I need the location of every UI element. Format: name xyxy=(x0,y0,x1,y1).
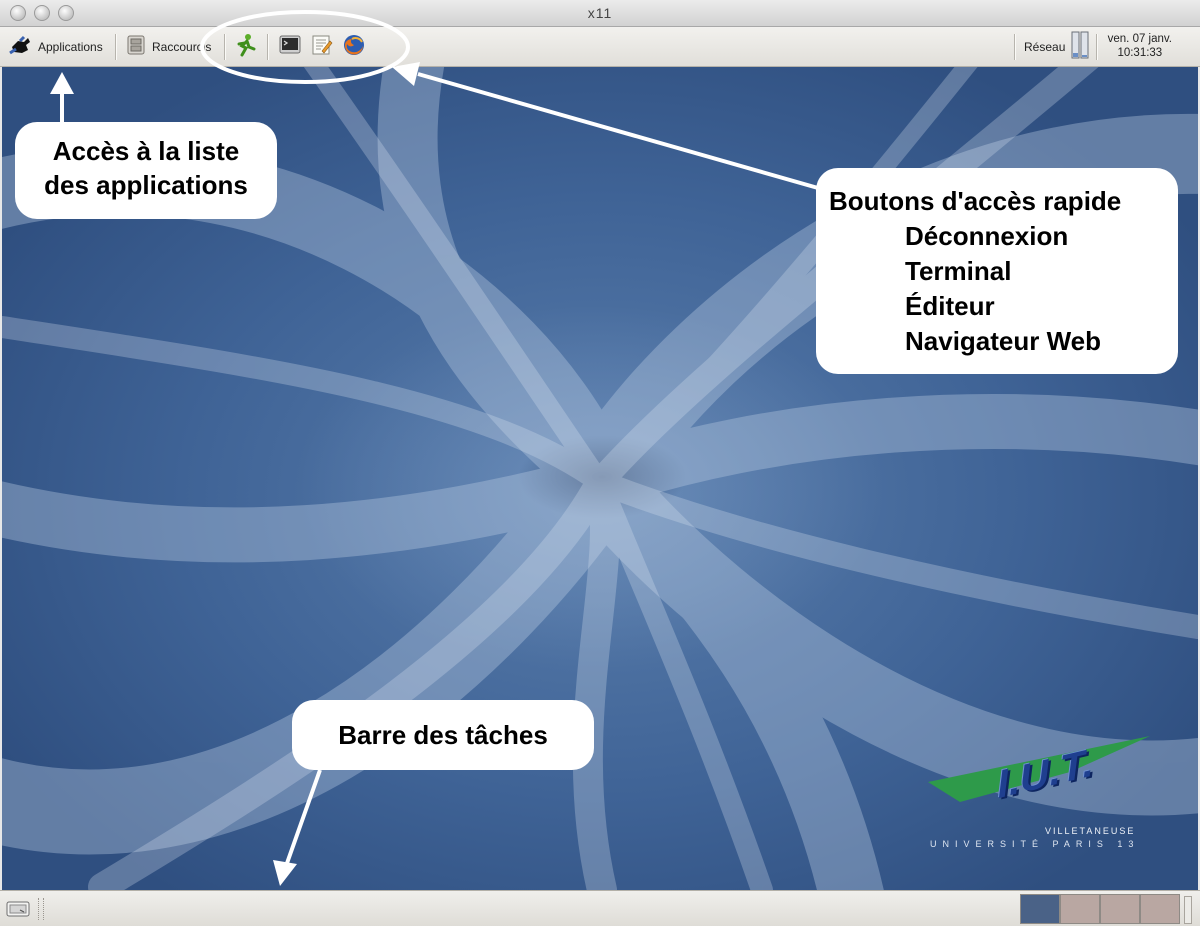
network-monitor[interactable]: Réseau xyxy=(1024,27,1089,66)
clock-time: 10:31:33 xyxy=(1117,47,1163,59)
annotation-taskbar: Barre des tâches xyxy=(292,700,594,770)
raccourcis-menu-button[interactable]: Raccourcis xyxy=(126,27,211,66)
text-editor-icon xyxy=(311,34,333,59)
annotation-item-navigateur: Navigateur Web xyxy=(905,326,1102,356)
raccourcis-menu-label: Raccourcis xyxy=(152,39,212,54)
places-cabinet-icon xyxy=(126,34,146,59)
clock-applet[interactable]: ven. 07 janv. 10:31:33 xyxy=(1108,32,1172,60)
panel-separator xyxy=(267,34,269,60)
show-desktop-icon xyxy=(6,901,30,917)
terminal-icon xyxy=(279,34,301,59)
top-panel: Applications Raccourcis Réseau ven. 07 j… xyxy=(0,27,1200,67)
window-title: x11 xyxy=(587,5,613,21)
workspace-1[interactable] xyxy=(1020,894,1060,924)
annotation-item-terminal: Terminal xyxy=(905,256,1012,286)
web-browser-launcher[interactable] xyxy=(342,27,366,66)
panel-separator xyxy=(224,34,226,60)
workspace-switcher-handle[interactable] xyxy=(1184,896,1192,924)
applications-menu-label: Applications xyxy=(38,39,103,54)
bottom-panel-taskbar xyxy=(0,890,1200,926)
panel-separator xyxy=(1014,34,1016,60)
terminal-launcher[interactable] xyxy=(279,27,301,66)
iut-villetaneuse-logo: I.U.T. VILLETANEUSE UNIVERSITÉ PARIS 13 xyxy=(920,732,1160,852)
annotation-taskbar-label: Barre des tâches xyxy=(338,720,548,750)
annotation-item-editeur: Éditeur xyxy=(905,291,995,321)
workspace-4[interactable] xyxy=(1140,894,1180,924)
iut-logo-villetaneuse: VILLETANEUSE xyxy=(1045,826,1136,836)
panel-separator xyxy=(115,34,117,60)
network-load-icon xyxy=(1071,31,1089,62)
network-label: Réseau xyxy=(1024,39,1066,54)
annotation-item-deconnexion: Déconnexion xyxy=(905,221,1069,251)
clock-date: ven. 07 janv. xyxy=(1107,33,1172,45)
title-bar[interactable]: x11 xyxy=(0,0,1200,27)
applications-menu-button[interactable]: Applications xyxy=(8,27,103,66)
annotation-applications-list: Accès à la liste des applications xyxy=(15,122,277,219)
x11-window: x11 Applications Raccourcis Réseau ven. … xyxy=(0,0,1200,926)
taskbar-handle[interactable] xyxy=(38,898,44,920)
annotation-applications-line1: Accès à la liste xyxy=(52,136,240,166)
workspace-3[interactable] xyxy=(1100,894,1140,924)
logout-button[interactable] xyxy=(234,27,256,66)
firefox-icon xyxy=(342,33,366,60)
show-desktop-button[interactable] xyxy=(6,900,30,918)
logout-runner-icon xyxy=(234,33,256,60)
annotation-quick-buttons: Boutons d'accès rapide Déconnexion Termi… xyxy=(816,168,1178,374)
panel-separator xyxy=(1096,34,1098,60)
iut-logo-universite: UNIVERSITÉ PARIS 13 xyxy=(930,839,1140,849)
annotation-quick-buttons-heading: Boutons d'accès rapide xyxy=(829,186,1122,216)
annotation-applications-line2: des applications xyxy=(44,170,248,200)
text-editor-launcher[interactable] xyxy=(311,27,333,66)
gnome-foot-icon xyxy=(8,33,34,60)
workspace-2[interactable] xyxy=(1060,894,1100,924)
